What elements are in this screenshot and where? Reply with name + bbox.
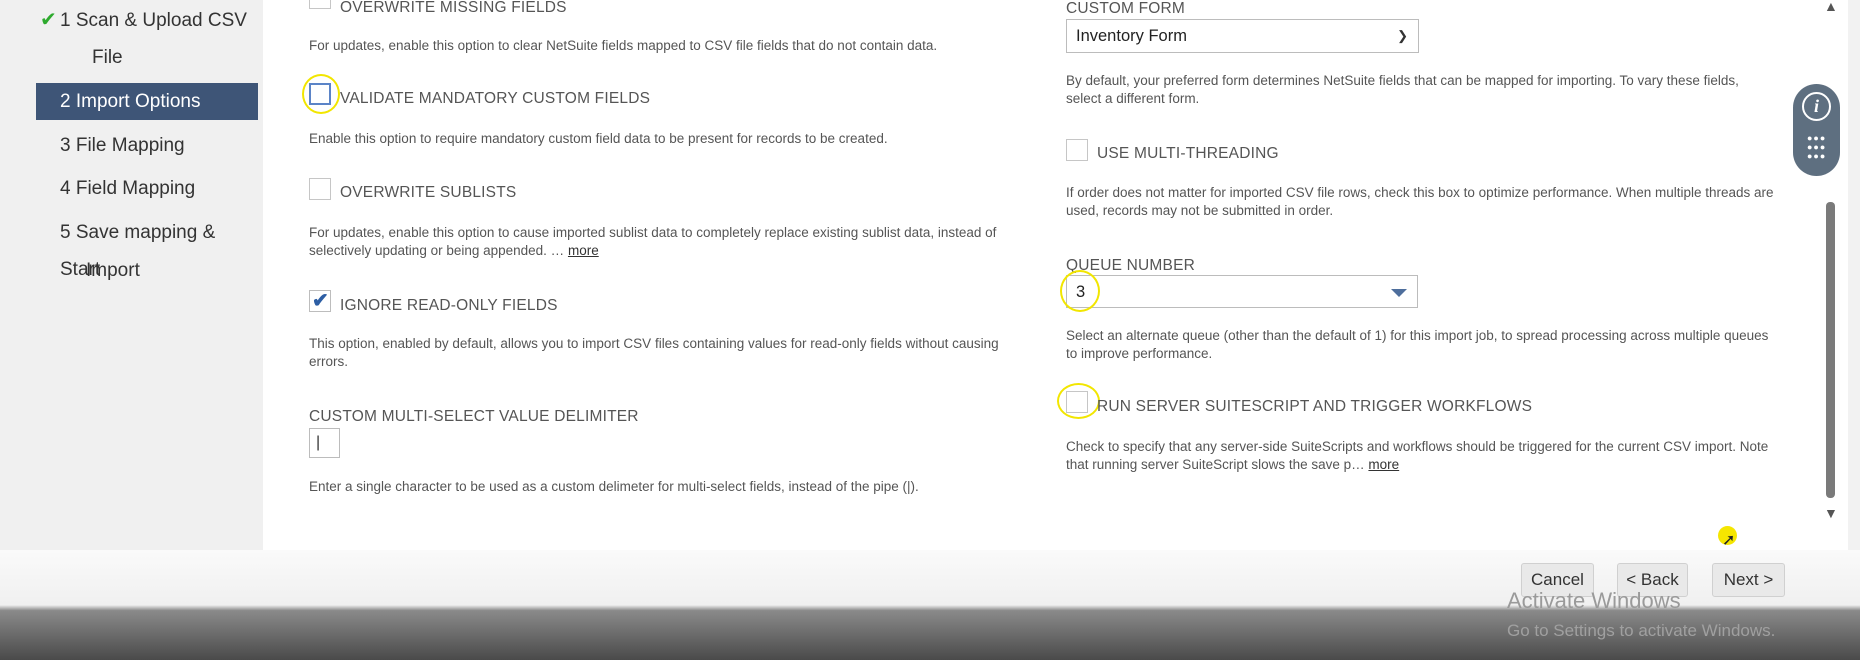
mouse-pointer-icon: ➚ bbox=[1722, 532, 1736, 549]
help-text: selectively updating or being appended. … bbox=[309, 243, 565, 258]
import-options-panel: OVERWRITE MISSING FIELDS For updates, en… bbox=[263, 0, 1823, 550]
overwrite-sublists-help: For updates, enable this option to cause… bbox=[309, 225, 997, 240]
more-link[interactable]: more bbox=[1368, 457, 1399, 472]
step-scan-upload[interactable]: ✔ 1 Scan & Upload CSV bbox=[36, 2, 258, 39]
activate-windows-subtext: Go to Settings to activate Windows. bbox=[1507, 621, 1776, 640]
overwrite-sublists-checkbox[interactable] bbox=[309, 178, 331, 200]
step-save-mapping-line2[interactable]: Import bbox=[36, 252, 258, 289]
highlight-circle bbox=[302, 74, 340, 114]
grid-menu-icon[interactable]: ●●● ●●● ●●● bbox=[1807, 134, 1827, 161]
scrollbar-thumb[interactable] bbox=[1826, 202, 1835, 498]
next-button[interactable]: Next > bbox=[1712, 563, 1785, 597]
custom-form-select[interactable]: Inventory Form ❯ bbox=[1066, 19, 1419, 53]
more-link[interactable]: more bbox=[568, 243, 599, 258]
overwrite-sublists-label: OVERWRITE SUBLISTS bbox=[340, 184, 517, 201]
scroll-up-icon[interactable]: ▲ bbox=[1824, 0, 1838, 14]
delimiter-label: CUSTOM MULTI-SELECT VALUE DELIMITER bbox=[309, 408, 639, 425]
highlight-circle bbox=[1057, 383, 1100, 419]
step-file-mapping[interactable]: 3 File Mapping bbox=[36, 127, 258, 164]
delimiter-help: Enter a single character to be used as a… bbox=[309, 479, 919, 494]
queue-number-select[interactable]: 3 bbox=[1066, 275, 1418, 308]
help-widget[interactable]: i ●●● ●●● ●●● bbox=[1793, 84, 1840, 176]
delimiter-value: | bbox=[316, 434, 321, 451]
overwrite-missing-checkbox[interactable] bbox=[309, 0, 331, 9]
step-label: 1 Scan & Upload CSV bbox=[60, 10, 247, 31]
queue-number-help: Select an alternate queue (other than th… bbox=[1066, 328, 1769, 343]
checkmark-icon: ✔ bbox=[312, 290, 329, 312]
custom-form-label: CUSTOM FORM bbox=[1066, 0, 1186, 17]
multithreading-checkbox[interactable] bbox=[1066, 139, 1088, 161]
custom-form-value: Inventory Form bbox=[1076, 27, 1187, 45]
step-field-mapping[interactable]: 4 Field Mapping bbox=[36, 170, 258, 207]
step-label: 3 File Mapping bbox=[60, 135, 185, 156]
multithreading-help: If order does not matter for imported CS… bbox=[1066, 185, 1774, 200]
validate-mandatory-label: VALIDATE MANDATORY CUSTOM FIELDS bbox=[340, 90, 651, 107]
highlight-circle bbox=[1060, 270, 1100, 312]
run-suitescript-help-line2: that running server SuiteScript slows th… bbox=[1066, 456, 1399, 474]
scroll-down-icon[interactable]: ▼ bbox=[1824, 505, 1838, 521]
import-steps-sidebar: ✔ 1 Scan & Upload CSV File 2 Import Opti… bbox=[0, 0, 263, 550]
step-label-cont: Import bbox=[86, 260, 140, 281]
dropdown-arrow-icon bbox=[1391, 289, 1407, 297]
step-scan-upload-line2[interactable]: File bbox=[36, 39, 258, 76]
custom-form-help: By default, your preferred form determin… bbox=[1066, 73, 1739, 88]
step-label-cont: File bbox=[92, 47, 123, 68]
ignore-readonly-checkbox[interactable]: ✔ bbox=[309, 290, 331, 312]
run-suitescript-help: Check to specify that any server-side Su… bbox=[1066, 439, 1769, 454]
step-label: 4 Field Mapping bbox=[60, 178, 196, 199]
ignore-readonly-label: IGNORE READ-ONLY FIELDS bbox=[340, 297, 558, 314]
multithreading-help-line2: used, records may not be submitted in or… bbox=[1066, 203, 1334, 218]
overwrite-missing-help: For updates, enable this option to clear… bbox=[309, 38, 938, 53]
overwrite-missing-label: OVERWRITE MISSING FIELDS bbox=[340, 0, 567, 16]
help-text: that running server SuiteScript slows th… bbox=[1066, 457, 1365, 472]
overwrite-sublists-help-line2: selectively updating or being appended. … bbox=[309, 242, 599, 260]
ignore-readonly-help: This option, enabled by default, allows … bbox=[309, 336, 999, 351]
queue-number-help-line2: to improve performance. bbox=[1066, 346, 1213, 361]
chevron-down-icon: ❯ bbox=[1397, 28, 1408, 43]
custom-form-help-line2: select a different form. bbox=[1066, 91, 1200, 106]
ignore-readonly-help-line2: errors. bbox=[309, 354, 349, 369]
validate-mandatory-help: Enable this option to require mandatory … bbox=[309, 131, 888, 146]
checkmark-icon: ✔ bbox=[40, 9, 57, 31]
step-label: 2 Import Options bbox=[60, 91, 201, 112]
info-icon[interactable]: i bbox=[1802, 92, 1831, 121]
run-suitescript-label: RUN SERVER SUITESCRIPT AND TRIGGER WORKF… bbox=[1097, 398, 1533, 415]
step-import-options[interactable]: 2 Import Options bbox=[36, 83, 258, 120]
multithreading-label: USE MULTI-THREADING bbox=[1097, 145, 1279, 162]
delimiter-input[interactable]: | bbox=[309, 428, 340, 458]
activate-windows-watermark: Activate Windows bbox=[1507, 588, 1681, 613]
